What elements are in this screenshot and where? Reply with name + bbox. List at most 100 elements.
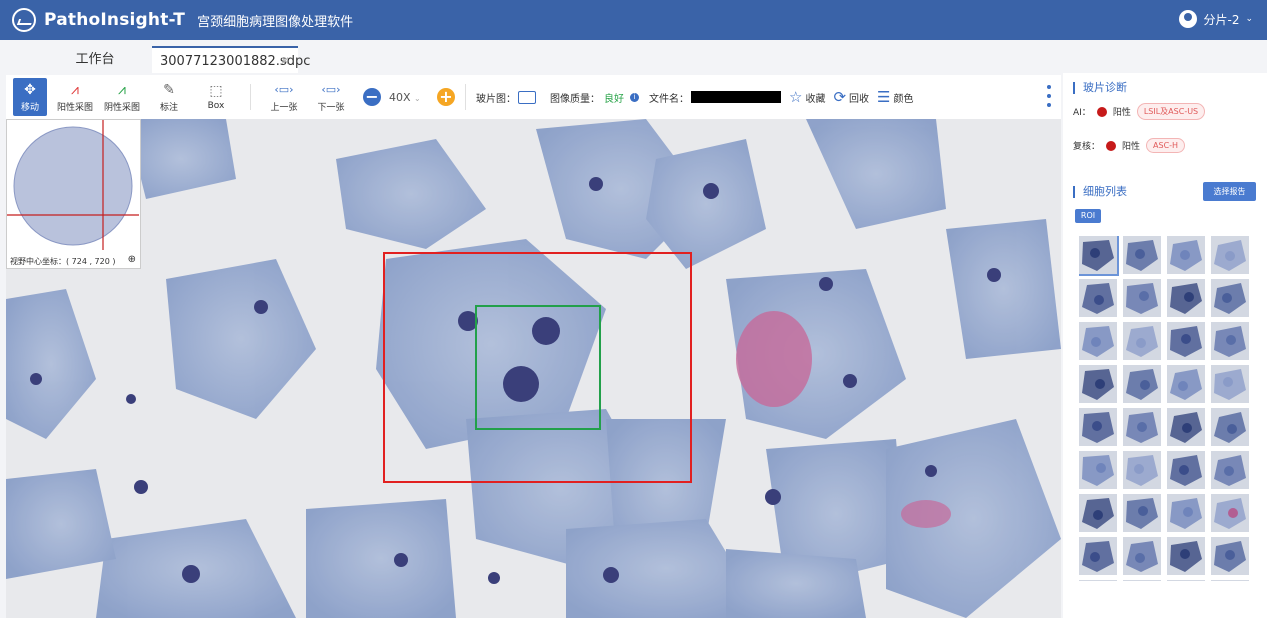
cell-thumbnail[interactable] xyxy=(1079,537,1117,575)
close-icon[interactable]: ✕ xyxy=(280,48,290,75)
user-avatar-icon xyxy=(1179,10,1198,28)
cell-thumbnail[interactable] xyxy=(1123,279,1161,317)
cell-thumbnail[interactable] xyxy=(1123,236,1161,274)
tab-bar: 工作台 30077123001882.sdpc ✕ xyxy=(0,40,1267,73)
star-icon[interactable]: ☆ xyxy=(789,88,802,106)
positive-dot-icon xyxy=(1096,106,1107,117)
view-center-coordinates: 视野中心坐标：( 724 , 720 ) xyxy=(10,257,116,266)
annotate-icon: ✎ xyxy=(163,81,175,98)
negative-capture-label: 阴性采图 xyxy=(103,102,140,113)
tab-workbench[interactable]: 工作台 xyxy=(40,46,150,73)
review-label: 复核： xyxy=(1073,142,1101,152)
cell-thumbnail[interactable] xyxy=(1123,580,1161,581)
review-result: 阳性 xyxy=(1122,142,1141,152)
logo-icon xyxy=(12,8,36,32)
info-icon[interactable]: i xyxy=(630,92,639,102)
sliders-icon[interactable]: ☰ xyxy=(877,88,890,106)
cell-thumbnail[interactable] xyxy=(1123,408,1161,446)
prev-slide-icon: ‹▭› xyxy=(274,82,294,96)
move-tool-button[interactable]: ✥ 移动 xyxy=(13,78,47,116)
select-report-button[interactable]: 选择报告 xyxy=(1203,182,1256,201)
cell-thumbnail[interactable] xyxy=(1079,236,1119,276)
review-tag[interactable]: ASC-H xyxy=(1146,138,1186,153)
box-select-button[interactable]: ⬚ Box xyxy=(193,78,239,116)
zoom-select[interactable]: 40X ⌄ xyxy=(389,91,429,104)
cell-thumbnail[interactable] xyxy=(1167,236,1205,274)
tab-slide-file[interactable]: 30077123001882.sdpc ✕ xyxy=(152,46,310,75)
overview-image[interactable] xyxy=(7,120,139,250)
cell-thumbnail[interactable] xyxy=(1123,451,1161,489)
cell-thumbnail[interactable] xyxy=(1079,279,1117,317)
ai-label: AI： xyxy=(1073,108,1091,118)
cell-thumbnail[interactable] xyxy=(1211,322,1249,360)
slide-image[interactable] xyxy=(6,119,1061,618)
logo-text: PathoInsight-T xyxy=(44,10,186,30)
filename-label: 文件名： xyxy=(649,93,689,105)
cell-thumbnail[interactable] xyxy=(1079,322,1117,360)
cell-thumbnail[interactable] xyxy=(1167,494,1205,532)
cell-thumbnail[interactable] xyxy=(1167,580,1205,581)
cell-thumbnail[interactable] xyxy=(1211,365,1249,403)
cell-thumbnail[interactable] xyxy=(1211,494,1249,532)
cell-thumbnail[interactable] xyxy=(1079,451,1117,489)
cell-list-title: 细胞列表 xyxy=(1073,186,1127,198)
chevron-down-icon: ⌄ xyxy=(1245,14,1253,24)
cell-thumbnail[interactable] xyxy=(1079,365,1117,403)
positive-capture-button[interactable]: ⩘ 阳性采图 xyxy=(52,78,98,116)
thumbnail-icon[interactable] xyxy=(518,90,536,104)
user-menu[interactable]: 分片-2 ⌄ xyxy=(1179,10,1253,28)
box-select-label: Box xyxy=(207,101,225,111)
cell-thumbnail[interactable] xyxy=(1079,494,1117,532)
ai-diagnosis-row: AI： 阳性 LSIL及ASC-US xyxy=(1073,103,1206,120)
cell-thumbnail[interactable] xyxy=(1167,322,1205,360)
cell-thumbnail[interactable] xyxy=(1211,580,1249,581)
top-bar: PathoInsight-T 宫颈细胞病理图像处理软件 分片-2 ⌄ xyxy=(0,0,1267,40)
user-name: 分片-2 xyxy=(1203,12,1240,27)
slide-diagnosis-title: 玻片诊断 xyxy=(1073,82,1127,94)
prev-slide-button[interactable]: ‹▭› 上一张 xyxy=(261,78,307,116)
zoom-in-icon[interactable]: ⊕ xyxy=(128,254,136,265)
toolbar: ✥ 移动 ⩘ 阳性采图 ⩘ 阴性采图 ✎ 标注 ⬚ Box ‹▭› 上一张 ‹▭… xyxy=(6,75,1061,119)
thumbnail-label: 玻片图： xyxy=(476,93,516,105)
cell-thumbnail[interactable] xyxy=(1123,537,1161,575)
cell-thumbnail[interactable] xyxy=(1167,365,1205,403)
recycle-button[interactable]: 回收 xyxy=(849,90,869,105)
positive-capture-label: 阳性采图 xyxy=(56,102,93,113)
next-slide-label: 下一张 xyxy=(317,102,345,113)
positive-capture-icon: ⩘ xyxy=(71,81,79,98)
negative-capture-icon: ⩘ xyxy=(118,81,126,98)
cell-thumbnail[interactable] xyxy=(1079,580,1117,581)
annotate-button[interactable]: ✎ 标注 xyxy=(146,78,192,116)
next-slide-icon: ‹▭› xyxy=(321,82,341,96)
zoom-out-button[interactable]: − xyxy=(363,88,381,106)
cell-thumbnail[interactable] xyxy=(1123,494,1161,532)
cell-thumbnail[interactable] xyxy=(1123,365,1161,403)
cell-thumbnail[interactable] xyxy=(1211,279,1249,317)
next-slide-button[interactable]: ‹▭› 下一张 xyxy=(308,78,354,116)
annotate-label: 标注 xyxy=(159,102,178,113)
cell-thumbnail[interactable] xyxy=(1211,451,1249,489)
box-select-icon: ⬚ xyxy=(209,83,223,99)
cell-thumbnail[interactable] xyxy=(1167,537,1205,575)
color-button[interactable]: 颜色 xyxy=(893,90,913,105)
cell-thumbnail[interactable] xyxy=(1211,408,1249,446)
negative-capture-button[interactable]: ⩘ 阴性采图 xyxy=(99,78,145,116)
cell-thumbnail[interactable] xyxy=(1211,537,1249,575)
roi-tag[interactable]: ROI xyxy=(1075,209,1101,223)
slide-viewer[interactable]: 视野中心坐标：( 724 , 720 ) ⊕ xyxy=(6,119,1061,618)
cell-thumbnail[interactable] xyxy=(1167,451,1205,489)
overview-minimap[interactable]: 视野中心坐标：( 724 , 720 ) ⊕ xyxy=(6,119,141,269)
toolbar-divider xyxy=(465,84,466,110)
collect-button[interactable]: 收藏 xyxy=(805,90,825,105)
cell-thumbnail[interactable] xyxy=(1211,236,1249,274)
recycle-icon[interactable]: ⟳ xyxy=(833,88,846,106)
zoom-in-button[interactable]: + xyxy=(437,88,455,106)
cell-thumbnail[interactable] xyxy=(1123,322,1161,360)
more-options-icon[interactable] xyxy=(1047,85,1051,107)
app-title: 宫颈细胞病理图像处理软件 xyxy=(197,14,354,30)
positive-dot-icon xyxy=(1106,140,1117,151)
toolbar-divider xyxy=(250,84,251,110)
cell-thumbnail[interactable] xyxy=(1079,408,1117,446)
cell-thumbnail[interactable] xyxy=(1167,279,1205,317)
cell-thumbnail[interactable] xyxy=(1167,408,1205,446)
